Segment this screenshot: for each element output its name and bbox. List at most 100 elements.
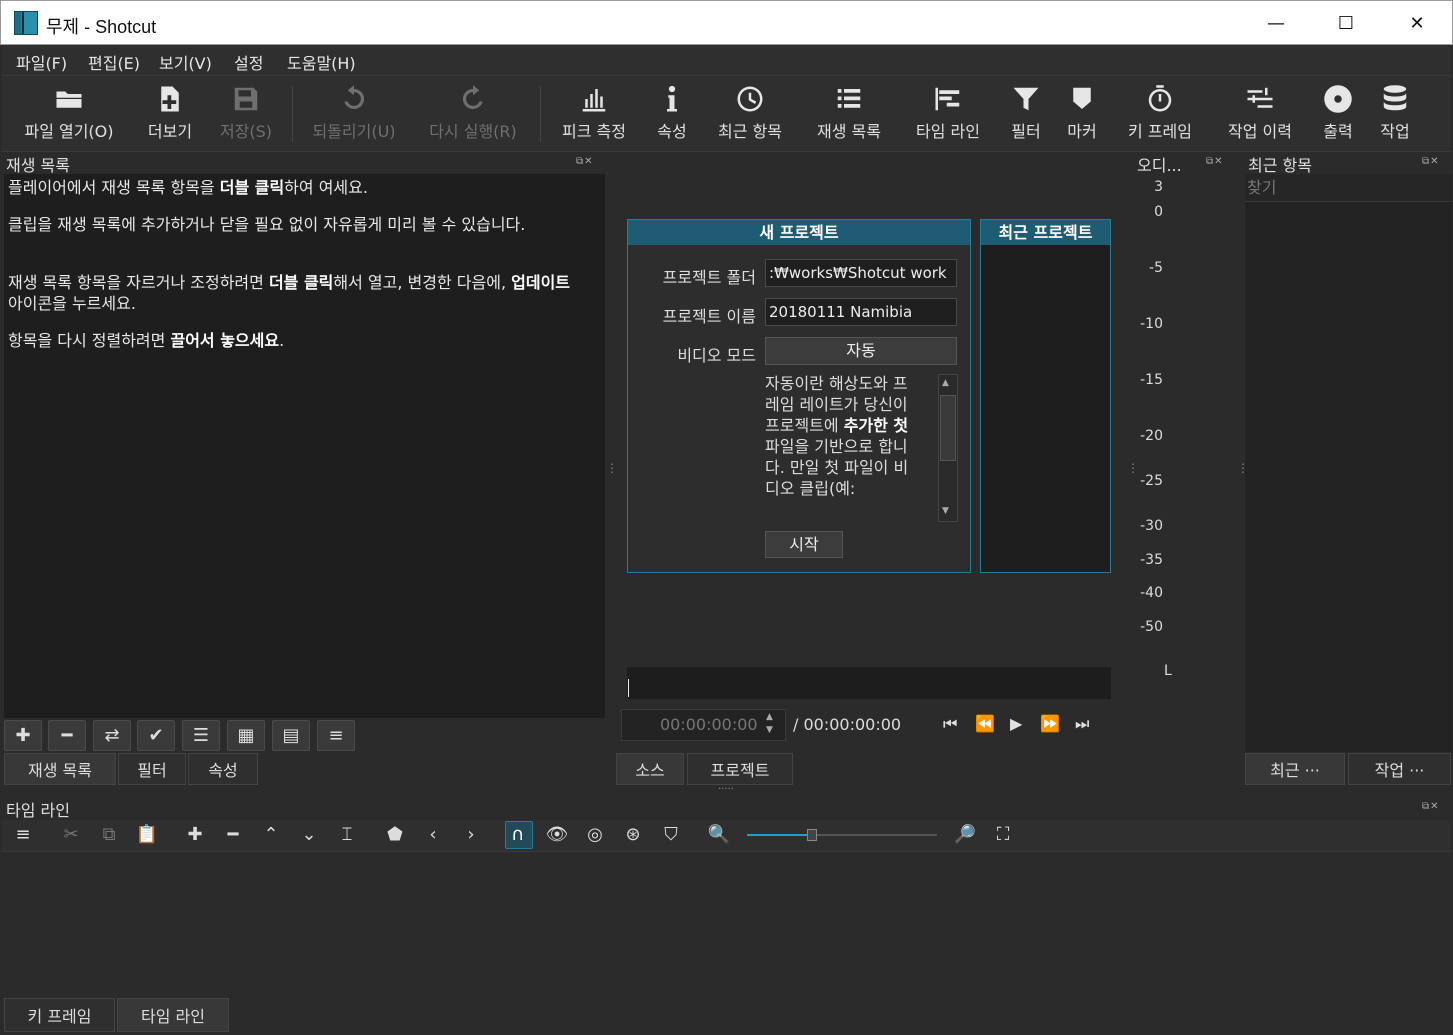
- play-button[interactable]: ▶: [1010, 714, 1022, 733]
- timeline-tracks[interactable]: [2, 852, 1451, 997]
- zoom-slider-handle[interactable]: [807, 829, 817, 841]
- tab-properties[interactable]: 속성: [188, 753, 258, 785]
- skip-previous-button[interactable]: ⏮: [943, 714, 957, 734]
- tab-jobs[interactable]: 작업 ···: [1348, 753, 1451, 785]
- tab-keyframes[interactable]: 키 프레임: [4, 998, 115, 1032]
- playlist-update-button[interactable]: ⇄: [93, 720, 131, 751]
- split-icon[interactable]: ⌶: [335, 824, 359, 845]
- tab-playlist[interactable]: 재생 목록: [4, 753, 116, 785]
- title-bar: 무제 - Shotcut — ☐ ✕: [0, 0, 1453, 45]
- maximize-button[interactable]: ☐: [1311, 1, 1381, 45]
- recent-button[interactable]: 최근 항목: [695, 82, 805, 142]
- redo-button[interactable]: 다시 실행(R): [418, 82, 528, 142]
- rewind-button[interactable]: ⏪: [975, 714, 995, 733]
- menu-view[interactable]: 보기(V): [159, 50, 212, 74]
- cut-icon[interactable]: ✂: [59, 824, 83, 845]
- splitter-handle[interactable]: ⋮: [1127, 461, 1139, 475]
- start-button[interactable]: 시작: [765, 531, 843, 558]
- close-button[interactable]: ✕: [1382, 1, 1452, 45]
- duration-label: / 00:00:00:00: [793, 715, 902, 734]
- playlist-button[interactable]: 재생 목록: [794, 82, 904, 142]
- fast-forward-button[interactable]: ⏩: [1040, 714, 1060, 733]
- database-icon: [1380, 82, 1410, 116]
- description-scrollbar[interactable]: ▲ ▼: [938, 374, 958, 522]
- tab-filters[interactable]: 필터: [118, 753, 186, 785]
- ripple-delete-icon[interactable]: ━: [221, 824, 245, 845]
- redo-icon: [458, 82, 488, 116]
- playlist-details-view-button[interactable]: ☰: [182, 720, 220, 751]
- timeline-menu-icon[interactable]: ≡: [11, 824, 35, 845]
- zoom-out-icon[interactable]: 🔍: [707, 824, 731, 845]
- meter-scale-label: -15: [1140, 372, 1163, 388]
- playlist-tiles-view-button[interactable]: ▦: [227, 720, 265, 751]
- dock-float-close-icon[interactable]: ⧉✕: [576, 156, 594, 167]
- next-marker-icon[interactable]: ›: [459, 824, 483, 845]
- append-icon[interactable]: ✚: [183, 824, 207, 845]
- playlist-remove-button[interactable]: ━: [48, 720, 86, 751]
- copy-icon[interactable]: ⧉: [97, 824, 121, 845]
- meter-scale-label: -25: [1140, 473, 1163, 489]
- playlist-hint-1: 플레이어에서 재생 목록 항목을 더블 클릭하여 여세요.: [8, 178, 368, 197]
- splitter-handle[interactable]: ⋮: [606, 461, 618, 475]
- timecode-field[interactable]: 00:00:00:00: [621, 709, 786, 741]
- dock-float-close-icon[interactable]: ⧉✕: [1206, 156, 1224, 167]
- add-file-icon: [155, 82, 185, 116]
- ripple-all-icon[interactable]: ⊛: [621, 824, 645, 845]
- zoom-fit-icon[interactable]: ⛶: [991, 824, 1015, 845]
- playlist-check-button[interactable]: ✔: [137, 720, 175, 751]
- marker-add-icon[interactable]: ⬟: [383, 824, 407, 845]
- splitter-handle-horizontal[interactable]: ·····: [718, 784, 734, 795]
- info-icon: [657, 82, 687, 116]
- tab-timeline[interactable]: 타임 라인: [117, 998, 229, 1032]
- project-folder-label: 프로젝트 폴더: [662, 268, 756, 287]
- scroll-down-icon[interactable]: ▼: [942, 506, 949, 516]
- timecode-spin-icon[interactable]: ▲ ▼: [766, 711, 773, 737]
- playlist-menu-button[interactable]: ≡: [317, 720, 355, 751]
- meter-scale-label: -35: [1140, 552, 1163, 568]
- jobs-button[interactable]: 작업: [1340, 82, 1450, 142]
- paste-icon[interactable]: 📋: [135, 824, 159, 845]
- video-mode-description: 자동이란 해상도와 프레임 레이트가 당신이 프로젝트에 추가한 첫 파일을 기…: [765, 374, 909, 498]
- peak-meter-icon: [579, 82, 609, 116]
- timeline-panel-title: 타임 라인: [6, 801, 70, 820]
- playlist-view[interactable]: 플레이어에서 재생 목록 항목을 더블 클릭하여 여세요. 클립을 재생 목록에…: [4, 174, 605, 718]
- skip-next-button[interactable]: ⏭: [1075, 714, 1089, 734]
- shotcut-logo-icon: [14, 11, 38, 35]
- recent-search-input[interactable]: 찾기: [1245, 174, 1452, 202]
- scrubber-bar[interactable]: [627, 667, 1111, 699]
- previous-marker-icon[interactable]: ‹: [421, 824, 445, 845]
- zoom-in-icon[interactable]: 🔎: [953, 824, 977, 845]
- dock-float-close-icon[interactable]: ⧉✕: [1422, 801, 1440, 812]
- save-button[interactable]: 저장(S): [191, 82, 301, 142]
- recent-list[interactable]: [1245, 174, 1452, 752]
- undo-button[interactable]: 되돌리기(U): [299, 82, 409, 142]
- skip-end-icon: ⏭: [1075, 714, 1090, 733]
- menu-file[interactable]: 파일(F): [16, 50, 67, 74]
- tab-project[interactable]: 프로젝트: [687, 753, 793, 785]
- keyframes-button[interactable]: 키 프레임: [1105, 82, 1215, 142]
- scrub-icon[interactable]: 👁: [545, 824, 569, 845]
- overwrite-icon[interactable]: ⌄: [297, 824, 321, 845]
- menu-help[interactable]: 도움말(H): [287, 50, 356, 74]
- playlist-add-button[interactable]: ✚: [4, 720, 42, 751]
- ripple-icon[interactable]: ◎: [583, 824, 607, 845]
- menu-edit[interactable]: 편집(E): [88, 50, 140, 74]
- scroll-thumb[interactable]: [940, 395, 956, 461]
- meter-scale-label: -40: [1140, 585, 1163, 601]
- tab-source[interactable]: 소스: [616, 753, 684, 785]
- lift-icon[interactable]: ⌃: [259, 824, 283, 845]
- project-folder-field[interactable]: :₩works₩Shotcut work: [765, 259, 957, 287]
- zoom-slider[interactable]: [747, 829, 937, 841]
- ripple-markers-icon[interactable]: ⛉: [659, 824, 683, 845]
- new-project-panel: 새 프로젝트 프로젝트 폴더 :₩works₩Shotcut work 프로젝트…: [627, 219, 971, 573]
- video-mode-select[interactable]: 자동: [765, 337, 957, 365]
- snap-toggle-button[interactable]: ∩: [505, 821, 533, 849]
- playlist-icons-view-button[interactable]: ▤: [272, 720, 310, 751]
- minimize-button[interactable]: —: [1241, 1, 1311, 45]
- open-file-button[interactable]: 파일 열기(O): [14, 82, 124, 142]
- scroll-up-icon[interactable]: ▲: [942, 378, 949, 388]
- dock-float-close-icon[interactable]: ⧉✕: [1422, 156, 1440, 167]
- project-name-field[interactable]: 20180111 Namibia: [765, 298, 957, 326]
- tab-recent[interactable]: 최근 ···: [1245, 753, 1345, 785]
- menu-settings[interactable]: 설정: [234, 50, 263, 74]
